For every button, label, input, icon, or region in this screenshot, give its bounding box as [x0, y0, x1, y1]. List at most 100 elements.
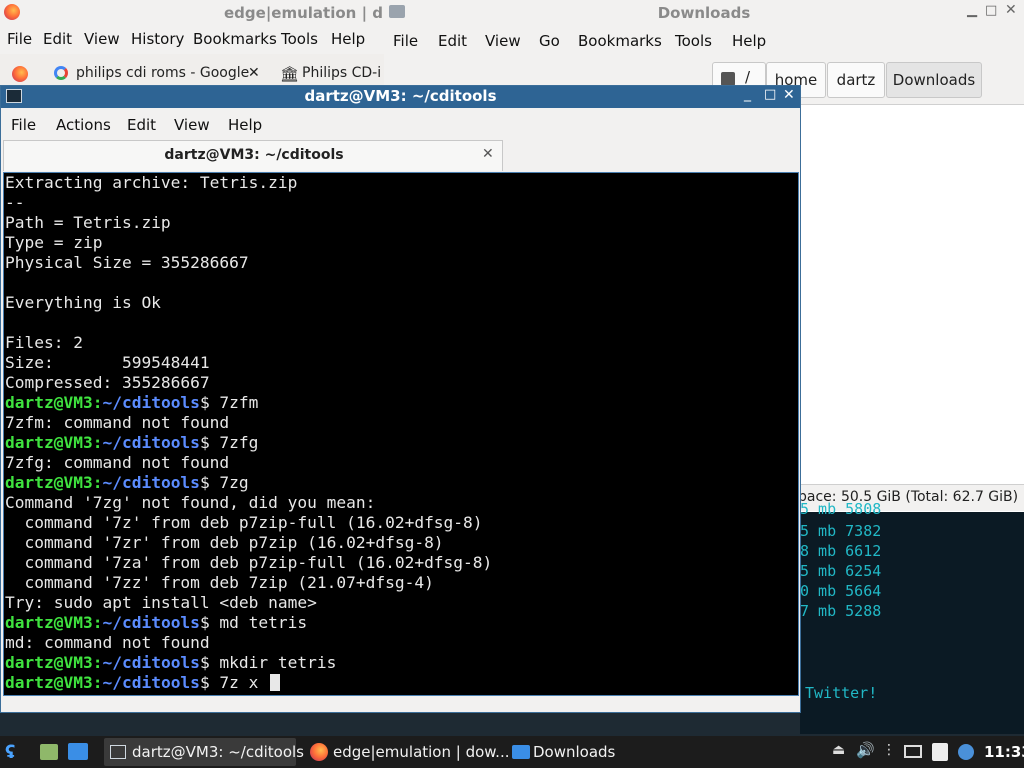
terminal-output-line: Everything is Ok [5, 293, 161, 312]
browser-tab-philips[interactable]: 🏛 Philips CD-i [278, 60, 388, 88]
task-downloads[interactable]: Downloads [508, 738, 648, 766]
firefox-icon [310, 743, 328, 761]
fm-menu-file[interactable]: File [393, 32, 418, 50]
bg-line: 5 mb 6254 [800, 562, 882, 580]
browser-tab-label: Philips CD-i [302, 65, 382, 81]
firefox-view-icon[interactable] [12, 66, 28, 82]
browser-titlebar[interactable]: edge|emulation | d [0, 0, 384, 26]
prompt-path: ~/cditools [102, 433, 200, 452]
file-manager-launcher-icon[interactable] [68, 743, 88, 760]
close-icon[interactable]: ✕ [783, 87, 795, 103]
browser-menu-help[interactable]: Help [331, 30, 365, 48]
clock: 11:33 [984, 743, 1024, 761]
clipboard-icon[interactable] [932, 743, 948, 761]
file-manager-title: Downloads [657, 4, 751, 22]
close-icon[interactable]: ✕ [1005, 2, 1017, 18]
terminal-menu-help[interactable]: Help [228, 116, 262, 134]
browser-menu-file[interactable]: File [7, 30, 32, 48]
firefox-icon [4, 4, 20, 20]
google-icon [54, 66, 68, 80]
prompt-path: ~/cditools [102, 653, 200, 672]
prompt-path: ~/cditools [102, 673, 200, 692]
prompt-user: dartz@VM3 [5, 433, 93, 452]
browser-title: edge|emulation | d [224, 4, 384, 22]
browser-menu-bookmarks[interactable]: Bookmarks [193, 30, 277, 48]
terminal-output-line: 7zfg: command not found [5, 453, 230, 472]
terminal-prompt-line: dartz@VM3:~/cditools$ mkdir tetris [5, 653, 336, 673]
volume-icon[interactable]: 🔊 [856, 741, 875, 759]
prompt-user: dartz@VM3 [5, 613, 93, 632]
browser-menu-history[interactable]: History [131, 30, 184, 48]
browser-tab-google[interactable]: philips cdi roms - Google ✕ [52, 60, 266, 88]
prompt-separator: : [92, 393, 103, 412]
command-text: $ 7z x [199, 673, 269, 692]
terminal-output-line: Path = Tetris.zip [5, 213, 171, 232]
prompt-user: dartz@VM3 [5, 393, 93, 412]
app-menu-icon[interactable]: ʢ [5, 742, 15, 763]
task-label: edge|emulation | dow... [333, 743, 510, 761]
prompt-path: ~/cditools [102, 473, 200, 492]
terminal-titlebar[interactable]: dartz@VM3: ~/cditools _ □ ✕ [1, 86, 800, 108]
terminal-output-line: command '7za' from deb p7zip-full (16.02… [5, 553, 493, 572]
task-terminal[interactable]: dartz@VM3: ~/cditools [104, 738, 304, 766]
close-tab-icon[interactable]: ✕ [248, 65, 260, 81]
terminal-title: dartz@VM3: ~/cditools [304, 87, 497, 105]
terminal-output-line: Extracting archive: Tetris.zip [5, 173, 298, 192]
terminal-prompt-line: dartz@VM3:~/cditools$ md tetris [5, 613, 307, 633]
terminal-tab-label: dartz@VM3: ~/cditools [164, 147, 344, 163]
prompt-separator: : [92, 673, 103, 692]
bg-line: 0 mb 5664 [800, 582, 882, 600]
updates-icon[interactable] [958, 744, 974, 760]
folder-icon [512, 745, 530, 759]
close-tab-icon[interactable]: ✕ [482, 146, 494, 162]
fm-menu-view[interactable]: View [485, 32, 521, 50]
network-icon[interactable]: ⋮ [882, 742, 896, 758]
terminal-menu-edit[interactable]: Edit [127, 116, 156, 134]
background-terminal: 5 mb 5808 5 mb 7382 8 mb 6612 5 mb 6254 … [800, 500, 1024, 734]
task-browser[interactable]: edge|emulation | dow... [306, 738, 509, 766]
terminal-output-line: command '7zz' from deb 7zip (21.07+dfsg-… [5, 573, 434, 592]
fm-menu-tools[interactable]: Tools [675, 32, 712, 50]
browser-menubar: File Edit View History Bookmarks Tools H… [0, 26, 384, 54]
fm-menu-go[interactable]: Go [539, 32, 560, 50]
browser-tab-label: philips cdi roms - Google [76, 65, 250, 81]
browser-menu-tools[interactable]: Tools [281, 30, 318, 48]
minimize-icon[interactable]: _ [744, 86, 751, 102]
terminal-output-line: Type = zip [5, 233, 103, 252]
fm-menu-edit[interactable]: Edit [438, 32, 467, 50]
maximize-icon[interactable]: □ [764, 87, 776, 102]
browser-menu-view[interactable]: View [84, 30, 120, 48]
terminal-menu-view[interactable]: View [174, 116, 210, 134]
bg-line: 5 mb 7382 [800, 522, 882, 540]
terminal-prompt-line: dartz@VM3:~/cditools$ 7z x [5, 673, 281, 693]
command-text: $ 7zg [199, 473, 249, 492]
museum-icon: 🏛 [280, 65, 300, 83]
terminal-console[interactable]: Extracting archive: Tetris.zip -- Path = T… [3, 172, 799, 696]
bg-line: 5 mb 5808 [800, 500, 882, 518]
prompt-separator: : [92, 473, 103, 492]
task-label: Downloads [533, 743, 616, 761]
eject-icon[interactable]: ⏏ [832, 742, 845, 758]
terminal-output-line: command '7zr' from deb p7zip (16.02+dfsg… [5, 533, 444, 552]
fm-menu-bookmarks[interactable]: Bookmarks [578, 32, 662, 50]
terminal-icon [110, 745, 126, 759]
display-icon[interactable] [904, 745, 922, 758]
prompt-separator: : [92, 433, 103, 452]
terminal-output-line: Compressed: 355286667 [5, 373, 210, 392]
bg-footer: Twitter! [805, 684, 878, 702]
terminal-output-line: Size: 599548441 [5, 353, 210, 372]
terminal-tab[interactable]: dartz@VM3: ~/cditools ✕ [3, 140, 503, 171]
path-downloads-button[interactable]: Downloads [886, 62, 982, 98]
trash-icon[interactable] [40, 744, 58, 760]
path-dartz-button[interactable]: dartz [827, 62, 885, 98]
browser-menu-edit[interactable]: Edit [43, 30, 72, 48]
terminal-menu-actions[interactable]: Actions [56, 116, 111, 134]
prompt-path: ~/cditools [102, 393, 200, 412]
prompt-separator: : [92, 613, 103, 632]
minimize-icon[interactable]: ▁ [967, 3, 977, 18]
command-text: $ mkdir tetris [199, 653, 337, 672]
terminal-menu-file[interactable]: File [11, 116, 36, 134]
file-manager-titlebar[interactable]: Downloads ▁ □ ✕ [384, 0, 1024, 26]
fm-menu-help[interactable]: Help [732, 32, 766, 50]
maximize-icon[interactable]: □ [985, 3, 997, 18]
